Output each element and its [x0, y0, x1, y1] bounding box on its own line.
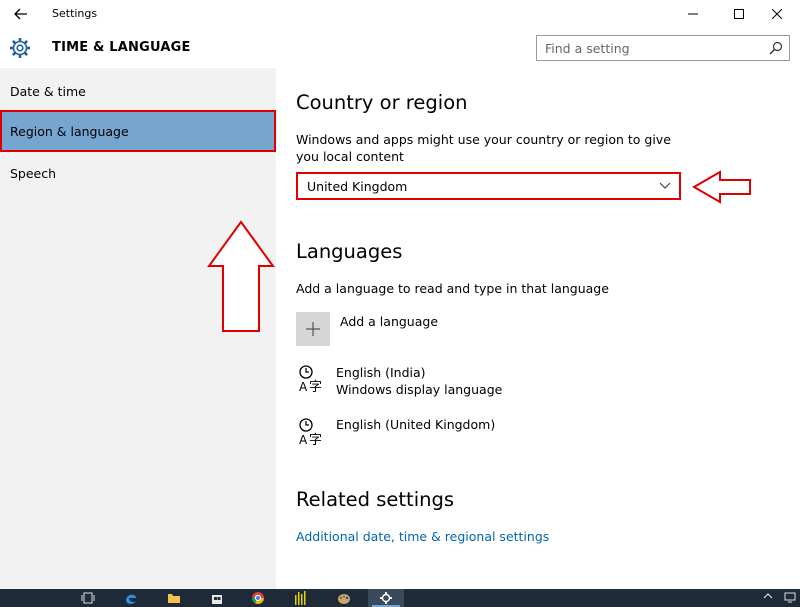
chevron-down-icon — [659, 182, 671, 189]
taskbar-settings[interactable] — [368, 589, 404, 607]
sidebar-item-label: Speech — [10, 165, 57, 181]
additional-settings-link[interactable]: Additional date, time & regional setting… — [296, 529, 549, 544]
sidebar-item-region-language[interactable]: Region & language — [0, 110, 276, 152]
back-button[interactable] — [10, 4, 32, 24]
gear-icon — [10, 38, 30, 58]
page-header: TIME & LANGUAGE — [0, 28, 800, 68]
folder-icon — [168, 594, 180, 603]
plus-icon — [306, 322, 320, 336]
language-subtitle: Windows display language — [336, 382, 503, 397]
svg-text:字: 字 — [309, 380, 322, 394]
languages-description: Add a language to read and type in that … — [296, 281, 609, 296]
svg-text:A: A — [299, 433, 308, 447]
languages-heading: Languages — [296, 240, 403, 263]
sidebar-item-date-time[interactable]: Date & time — [0, 70, 276, 112]
annotation-up-arrow — [207, 220, 275, 332]
language-icon: A 字 — [299, 365, 322, 394]
main-content: Country or region Windows and apps might… — [276, 68, 800, 589]
gear-icon — [380, 592, 392, 604]
sidebar: Date & time Region & language Speech — [0, 68, 276, 589]
task-view-icon — [81, 592, 95, 604]
taskbar-file-explorer[interactable] — [156, 589, 192, 607]
sidebar-item-speech[interactable]: Speech — [0, 152, 276, 194]
taskbar-paint[interactable] — [326, 589, 362, 607]
search-icon[interactable] — [769, 41, 783, 55]
back-arrow-icon — [14, 8, 27, 20]
edge-icon — [126, 594, 136, 604]
search-input[interactable] — [537, 36, 771, 60]
close-icon — [772, 9, 782, 19]
paint-icon — [338, 594, 350, 604]
chevron-up-icon[interactable] — [763, 591, 773, 601]
svg-text:字: 字 — [309, 433, 322, 447]
country-selected-value: United Kingdom — [307, 179, 408, 194]
annotation-left-arrow — [692, 170, 751, 204]
add-language-button[interactable] — [296, 312, 330, 346]
country-dropdown[interactable]: United Kingdom — [296, 172, 681, 200]
close-button[interactable] — [754, 0, 800, 28]
audio-bars-icon — [295, 591, 306, 605]
language-name[interactable]: English (India) — [336, 365, 426, 380]
minimize-button[interactable] — [670, 0, 716, 28]
country-heading: Country or region — [296, 91, 468, 114]
taskbar-store[interactable] — [199, 589, 235, 607]
window-title: Settings — [52, 7, 98, 20]
maximize-icon — [734, 9, 744, 19]
title-bar: Settings — [0, 0, 800, 28]
search-box[interactable] — [536, 35, 790, 61]
sidebar-item-label: Region & language — [10, 123, 129, 139]
country-description: Windows and apps might use your country … — [296, 132, 671, 164]
svg-text:A: A — [299, 380, 308, 394]
task-view-button[interactable] — [70, 589, 106, 607]
taskbar — [0, 589, 800, 607]
taskbar-edge[interactable] — [113, 589, 149, 607]
settings-window: Settings TIME & LANGUAGE Find a setting … — [0, 0, 800, 589]
taskbar-chrome[interactable] — [240, 589, 276, 607]
chrome-icon — [252, 592, 264, 605]
add-language-label[interactable]: Add a language — [340, 314, 438, 329]
minimize-icon — [688, 13, 698, 15]
taskbar-app[interactable] — [283, 589, 319, 607]
related-settings-heading: Related settings — [296, 488, 455, 511]
store-icon — [212, 595, 222, 604]
language-icon: A 字 — [299, 418, 322, 447]
network-icon[interactable] — [784, 591, 796, 603]
sidebar-item-label: Date & time — [10, 83, 86, 99]
language-name[interactable]: English (United Kingdom) — [336, 417, 495, 432]
page-title: TIME & LANGUAGE — [52, 40, 191, 55]
